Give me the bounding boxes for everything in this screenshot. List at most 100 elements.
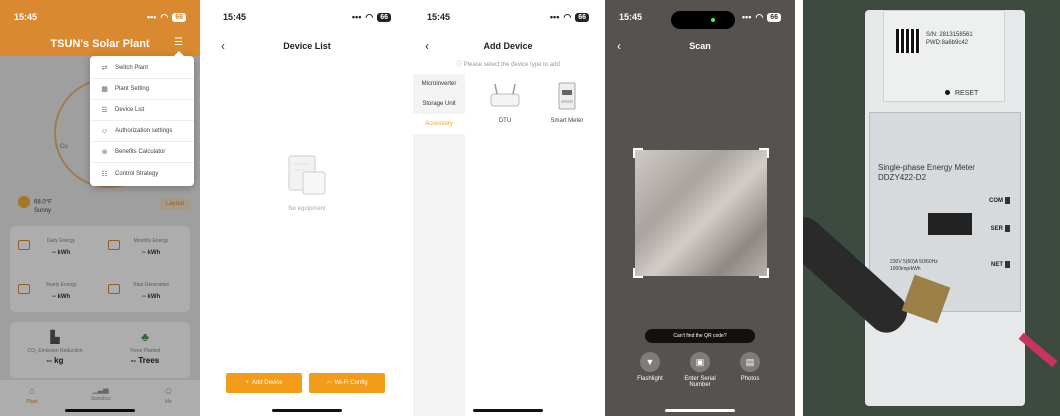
button-label: Add Device [251, 380, 283, 386]
plant-setting-icon: ▦ [101, 86, 108, 93]
home-indicator [473, 409, 543, 412]
menu-item-label: Switch Plant [115, 65, 149, 71]
sidebar-item-microinverter[interactable]: Microinverter [413, 74, 465, 94]
device-label: DTU [498, 118, 512, 124]
device-type-sidebar: Microinverter Storage Unit Accessory [413, 74, 465, 416]
net-led: NET [991, 261, 1010, 268]
menu-item-plant-setting[interactable]: ▦ Plant Setting [90, 79, 194, 100]
page-title: Scan [689, 41, 711, 51]
meter-model: DDZY422-D2 [878, 173, 927, 182]
menu-item-label: Device List [115, 107, 145, 113]
menu-item-device-list[interactable]: ☰ Device List [90, 100, 194, 121]
wifi-icon: ◠ [365, 11, 374, 22]
back-icon[interactable]: ‹ [617, 39, 621, 53]
dtu-icon [490, 83, 520, 107]
menu-item-authorization[interactable]: ☺ Authorization settings [90, 121, 194, 142]
calculator-icon: ⊛ [101, 149, 108, 156]
meter-lcd [928, 213, 972, 235]
wifi-icon: ◠ [563, 11, 572, 22]
wifi-icon: ◠ [160, 11, 169, 22]
meter-title: Single-phase Energy Meter DDZY422-D2 [878, 163, 975, 183]
status-time: 15:45 [619, 12, 643, 22]
smart-meter-icon [558, 82, 576, 110]
battery-icon: 66 [575, 12, 589, 22]
status-bar: 15:45 ••• ◠ 66 [413, 0, 603, 34]
home-indicator [272, 409, 342, 412]
keyboard-icon: ▣ [690, 352, 710, 372]
viewfinder-corner [759, 268, 769, 278]
plus-icon: + [245, 380, 249, 386]
status-time: 15:45 [14, 12, 38, 22]
strategy-icon: ☷ [101, 170, 108, 178]
meter-label-plate: S/N: 2813158561 PWD:8a6b9c42 [883, 10, 1005, 102]
add-device-screen: 15:45 ••• ◠ 66 ‹ Add Device ⓘ Please selec… [413, 0, 603, 416]
action-label: Enter Serial Number [684, 376, 716, 388]
signal-icon: ••• [549, 12, 560, 22]
menu-item-switch-plant[interactable]: ⇄ Switch Plant [90, 58, 194, 79]
plant-menu: ⇄ Switch Plant ▦ Plant Setting ☰ Device Lis… [90, 51, 194, 186]
page-title: TSUN's Solar Plant [50, 38, 150, 50]
serial-number: S/N: 2813158561 [926, 32, 973, 38]
page-title: Device List [283, 41, 331, 51]
led-label: COM [989, 198, 1003, 205]
battery-icon: 66 [767, 12, 781, 22]
nav-bar: ‹ Add Device [413, 34, 603, 58]
nav-bar: ‹ Device List [209, 34, 405, 58]
spec-line: 1000imp/kWh [890, 266, 921, 272]
menu-item-control-strategy[interactable]: ☷ Control Strategy [90, 163, 194, 184]
add-device-button[interactable]: + Add Device [226, 373, 302, 393]
flashlight-button[interactable]: ▼ Flashlight [625, 352, 675, 382]
status-bar: 15:45 ••• ◠ 66 [209, 0, 405, 34]
page-title: Add Device [483, 41, 533, 51]
meter-password: PWD:8a6b9c42 [926, 40, 969, 46]
hint-text: ⓘ Please select the device type to add [413, 59, 603, 68]
user-icon: ☺ [100, 127, 109, 135]
com-led: COM [989, 197, 1010, 204]
signal-icon: ••• [741, 12, 752, 22]
back-icon[interactable]: ‹ [221, 39, 225, 53]
scan-viewfinder [633, 148, 769, 278]
menu-item-label: Control Strategy [115, 170, 159, 177]
led-label: NET [991, 262, 1003, 269]
device-dtu[interactable]: DTU [485, 80, 525, 124]
meter-body: Single-phase Energy Meter DDZY422-D2 COM … [869, 112, 1021, 312]
wifi-config-button[interactable]: ◠ Wi-Fi Config [309, 373, 385, 393]
menu-item-label: Plant Setting [115, 86, 150, 92]
wifi-icon: ◠ [326, 380, 332, 387]
switch-icon: ⇄ [101, 65, 108, 72]
serial-label: S/N: 2813158561 PWD:8a6b9c42 [926, 31, 973, 47]
back-icon[interactable]: ‹ [425, 39, 429, 53]
led-indicator [1005, 225, 1010, 232]
status-time: 15:45 [223, 12, 247, 22]
battery-icon: 66 [377, 12, 391, 22]
viewfinder-corner [633, 268, 643, 278]
menu-icon[interactable]: ☰ [174, 38, 188, 48]
viewfinder-corner [759, 148, 769, 158]
menu-item-label: Authorization settings [115, 128, 173, 134]
sidebar-item-storage-unit[interactable]: Storage Unit [413, 94, 465, 114]
button-label: Wi-Fi Config [334, 380, 368, 386]
viewfinder-corner [633, 148, 643, 158]
menu-item-benefits-calculator[interactable]: ⊛ Benefits Calculator [90, 142, 194, 163]
led-indicator [1005, 261, 1010, 268]
sidebar-item-accessory[interactable]: Accessory [413, 114, 465, 134]
enter-serial-button[interactable]: ▣ Enter Serial Number [675, 352, 725, 388]
flashlight-icon: ▼ [640, 352, 660, 372]
info-icon: ⓘ [456, 62, 464, 68]
solar-plant-screen: 15:45 ••• ◠ 66 TSUN's Solar Plant ☰ Cu 68.… [0, 0, 200, 416]
scan-screen: 15:45 ••• ◠ 66 ‹ Scan Can't find the QR co… [605, 0, 795, 416]
device-label: Smart Meter [550, 118, 584, 124]
meter-title-line: Single-phase Energy Meter [878, 163, 975, 172]
device-list-icon: ☰ [101, 107, 108, 114]
photos-button[interactable]: ▤ Photos [725, 352, 775, 382]
wifi-icon: ◠ [755, 11, 764, 22]
menu-item-label: Benefits Calculator [115, 149, 166, 155]
action-label: Photos [740, 376, 760, 382]
qr-code [896, 29, 920, 53]
device-smart-meter[interactable]: Smart Meter [547, 80, 587, 124]
cant-find-qr-button[interactable]: Can't find the QR code? [645, 329, 755, 343]
meter-spec: 230V 5(60)A 50/60Hz 1000imp/kWh [890, 259, 938, 273]
action-label: Flashlight [637, 376, 663, 382]
spec-line: 230V 5(60)A 50/60Hz [890, 259, 938, 265]
reset-label: RESET [945, 90, 978, 97]
